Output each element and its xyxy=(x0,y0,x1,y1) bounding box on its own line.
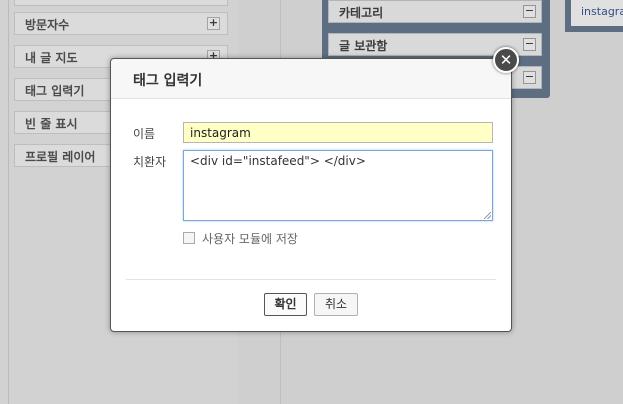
dialog-divider xyxy=(126,279,496,280)
dialog-header: 태그 입력기 xyxy=(111,59,511,99)
dialog-title: 태그 입력기 xyxy=(133,73,203,89)
confirm-button[interactable]: 확인 xyxy=(264,293,307,316)
cancel-button[interactable]: 취소 xyxy=(314,293,358,316)
close-icon[interactable]: ✕ xyxy=(493,47,519,73)
save-to-user-module-checkbox[interactable] xyxy=(183,232,195,244)
tag-input-dialog: 태그 입력기 이름 치환자 <div id="instafeed"> </div… xyxy=(110,58,512,332)
name-input[interactable] xyxy=(183,122,493,143)
resize-grip-icon[interactable] xyxy=(484,212,491,219)
replace-label: 치환자 xyxy=(133,155,167,169)
replace-textarea[interactable]: <div id="instafeed"> </div> xyxy=(183,150,493,221)
checkbox-label[interactable]: 사용자 모듈에 저장 xyxy=(202,230,298,247)
replace-textarea-value: <div id="instafeed"> </div> xyxy=(190,154,366,168)
name-label: 이름 xyxy=(133,127,156,141)
